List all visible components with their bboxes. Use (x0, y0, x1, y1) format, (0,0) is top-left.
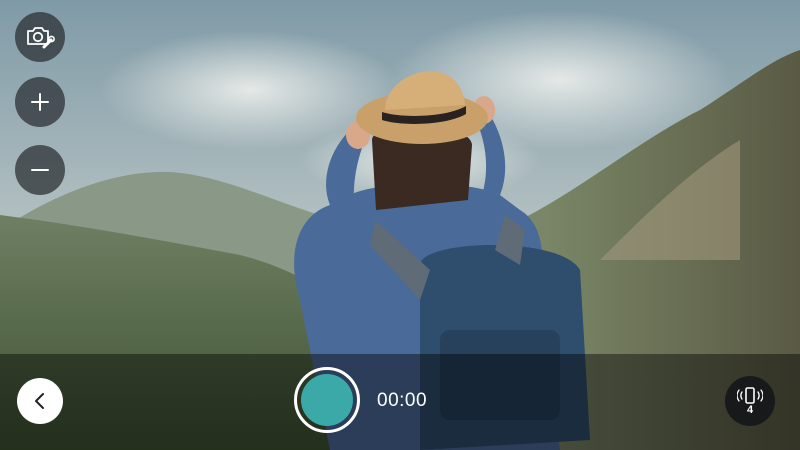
phone-vibrate-icon (737, 387, 763, 404)
camera-settings-button[interactable] (15, 12, 65, 62)
camera-screen: 00:00 4 (0, 0, 800, 450)
zoom-out-button[interactable] (15, 145, 65, 195)
recording-timer: 00:00 (377, 390, 428, 411)
device-count: 4 (746, 404, 754, 416)
back-button[interactable] (17, 378, 63, 424)
zoom-in-button[interactable] (15, 77, 65, 127)
minus-icon (31, 169, 49, 171)
record-button[interactable] (294, 367, 360, 433)
connected-devices-button[interactable]: 4 (725, 376, 775, 426)
chevron-left-icon (35, 393, 44, 409)
record-indicator (301, 374, 353, 426)
plus-icon (31, 93, 49, 111)
camera-settings-icon (27, 27, 55, 49)
